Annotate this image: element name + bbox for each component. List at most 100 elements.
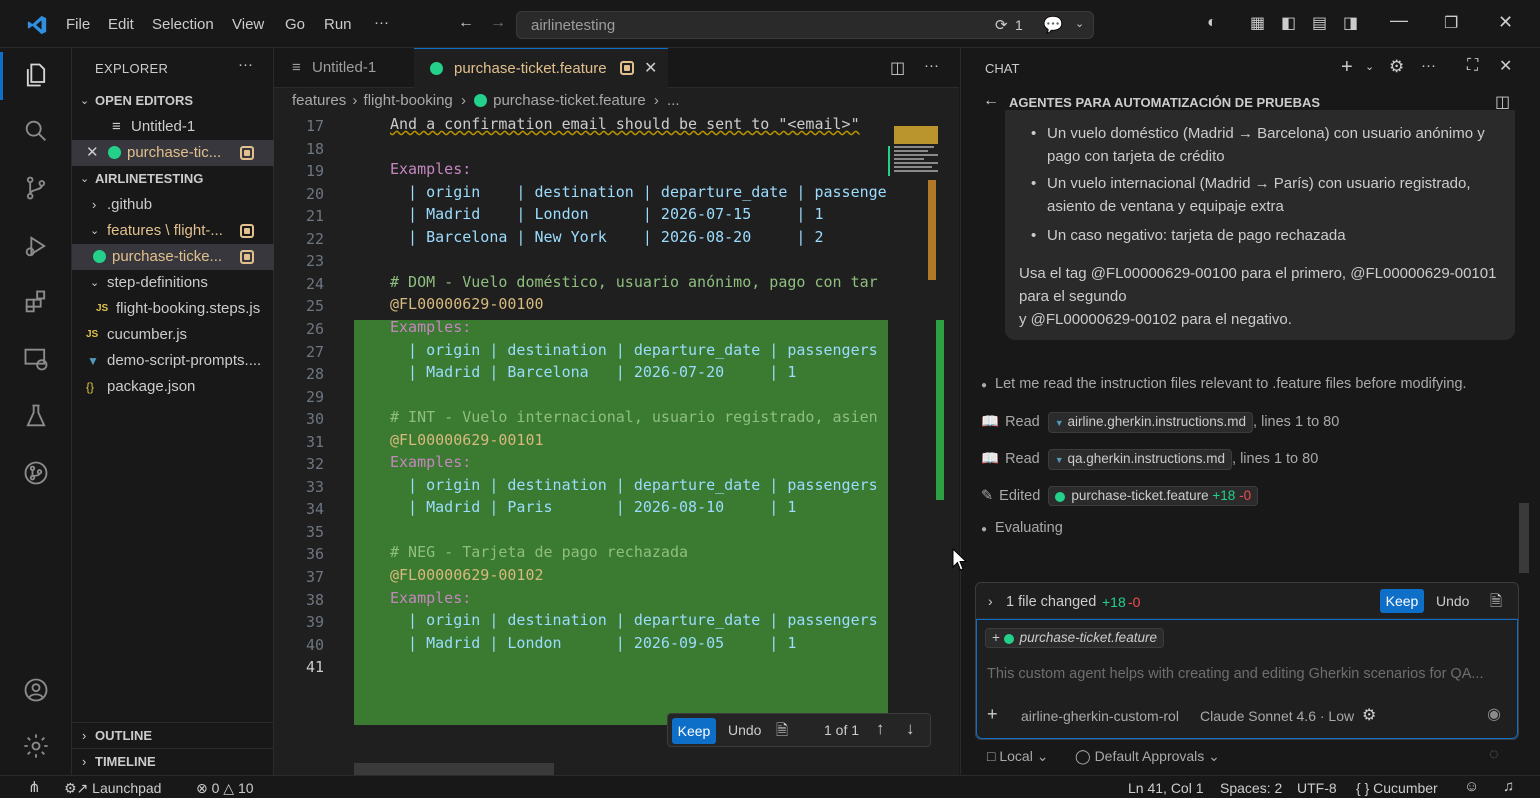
extensions-icon[interactable] xyxy=(0,280,72,324)
testing-icon[interactable] xyxy=(0,394,72,438)
encoding[interactable]: UTF-8 xyxy=(1297,780,1337,796)
menu-view[interactable]: View xyxy=(232,16,264,33)
folder-features[interactable]: ⌄ features \ flight-... xyxy=(72,218,274,244)
new-chat-icon[interactable]: + xyxy=(1341,56,1353,79)
minimize-icon[interactable]: — xyxy=(1390,10,1408,31)
git-graph-icon[interactable] xyxy=(0,451,72,495)
undo-all-button[interactable]: Undo xyxy=(1436,593,1469,609)
attached-file-chip[interactable]: + purchase-ticket.feature xyxy=(985,628,1164,648)
command-center-search[interactable]: airlinetesting ⟳ 1 💬 ⌄ xyxy=(516,11,1094,39)
sync-icon[interactable]: ⟳ xyxy=(995,16,1008,34)
folder-github[interactable]: › .github xyxy=(72,192,274,218)
previous-change-icon[interactable]: ↑ xyxy=(876,719,885,739)
copilot-chat-icon[interactable]: 💬 xyxy=(1043,15,1063,35)
undo-button[interactable]: Undo xyxy=(728,722,761,738)
layout-customize-icon[interactable]: ▦ xyxy=(1250,13,1265,33)
run-debug-icon[interactable] xyxy=(0,224,72,268)
keep-button[interactable]: Keep xyxy=(672,718,716,744)
back-arrow-icon[interactable]: ← xyxy=(983,92,999,110)
close-icon[interactable]: ✕ xyxy=(644,49,657,89)
stop-icon[interactable]: ◉ xyxy=(1487,704,1501,724)
menu-run[interactable]: Run xyxy=(324,16,352,33)
open-diff-icon[interactable]: 🗎 xyxy=(776,720,788,745)
more-actions-icon[interactable]: ··· xyxy=(1421,57,1436,74)
restore-icon[interactable]: ❐ xyxy=(1444,13,1458,33)
remote-indicator-icon[interactable]: ⋔ xyxy=(28,778,41,796)
accounts-icon[interactable] xyxy=(0,668,72,712)
menu-go[interactable]: Go xyxy=(285,16,305,33)
menu-selection[interactable]: Selection xyxy=(152,16,214,33)
back-arrow-icon[interactable]: ← xyxy=(458,14,474,32)
menu-file[interactable]: File xyxy=(66,16,90,33)
files-changed-label[interactable]: 1 file changed xyxy=(1006,594,1096,610)
close-icon[interactable]: ✕ xyxy=(1499,56,1512,76)
open-editor-item-active[interactable]: ✕ purchase-tic... xyxy=(72,140,274,166)
breadcrumb-item[interactable]: purchase-ticket.feature xyxy=(493,92,646,109)
language-mode[interactable]: { } Cucumber xyxy=(1356,780,1438,796)
problems-item[interactable]: ⊗ 0 △ 10 xyxy=(196,780,254,797)
location-picker[interactable]: □ Local ⌄ xyxy=(987,748,1048,765)
copilot-status-icon[interactable]: ☺ xyxy=(1464,778,1479,795)
launchpad-item[interactable]: ⚙↗ Launchpad xyxy=(64,780,161,797)
settings-gear-icon[interactable]: ⚙ xyxy=(1389,57,1404,77)
file-chip[interactable]: purchase-ticket.feature +18 -0 xyxy=(1048,486,1259,506)
agent-picker[interactable]: airline-gherkin-custom-rol xyxy=(1021,708,1179,724)
forward-arrow-icon[interactable]: → xyxy=(490,14,506,32)
copilot-icon[interactable]: ◐ xyxy=(1207,14,1217,32)
close-icon[interactable]: ✕ xyxy=(86,140,99,166)
file-chip[interactable]: ▼ qa.gherkin.instructions.md xyxy=(1047,449,1233,470)
file-steps-js[interactable]: JS flight-booking.steps.js xyxy=(72,296,274,322)
open-editor-item[interactable]: ≡ Untitled-1 xyxy=(72,114,274,140)
open-editors-section[interactable]: ⌄ OPEN EDITORS xyxy=(72,88,274,114)
cursor-position[interactable]: Ln 41, Col 1 xyxy=(1128,780,1204,796)
timeline-section[interactable]: › TIMELINE xyxy=(72,749,274,775)
model-picker[interactable]: Claude Sonnet 4.6 · Low xyxy=(1200,708,1354,724)
more-actions-icon[interactable]: ··· xyxy=(924,57,939,74)
minimap[interactable] xyxy=(888,110,944,730)
tab-untitled[interactable]: ≡ Untitled-1 xyxy=(274,48,414,88)
toggle-secondary-sidebar-icon[interactable]: ◨ xyxy=(1343,13,1358,33)
breadcrumb-item[interactable]: features xyxy=(292,92,346,109)
breadcrumb-item[interactable]: ... xyxy=(667,92,680,109)
tab-purchase-ticket[interactable]: purchase-ticket.feature ✕ xyxy=(414,48,668,88)
remote-explorer-icon[interactable] xyxy=(0,337,72,381)
notifications-bell-icon[interactable]: ♫ xyxy=(1503,778,1514,795)
outline-section[interactable]: › OUTLINE xyxy=(72,723,274,749)
chevron-down-icon[interactable]: ⌄ xyxy=(1075,17,1084,30)
menu-edit[interactable]: Edit xyxy=(108,16,134,33)
file-cucumber-js[interactable]: JS cucumber.js xyxy=(72,322,274,348)
chevron-right-icon[interactable]: › xyxy=(988,593,993,609)
settings-gear-icon[interactable] xyxy=(0,724,72,768)
explorer-icon[interactable] xyxy=(0,53,72,97)
chat-input-placeholder[interactable]: This custom agent helps with creating an… xyxy=(987,666,1483,682)
split-editor-icon[interactable]: ◫ xyxy=(890,58,905,78)
more-actions-icon[interactable]: ··· xyxy=(238,56,253,73)
horizontal-scrollbar[interactable] xyxy=(354,763,554,775)
toggle-panel-icon[interactable]: ▤ xyxy=(1312,13,1327,33)
approvals-picker[interactable]: ◯ Default Approvals ⌄ xyxy=(1075,748,1220,765)
toggle-sidebar-icon[interactable]: ◧ xyxy=(1281,13,1296,33)
chat-input-box[interactable]: + purchase-ticket.feature This custom ag… xyxy=(976,619,1518,739)
file-demo-script[interactable]: ▼ demo-script-prompts.... xyxy=(72,348,274,374)
search-icon[interactable] xyxy=(0,109,72,153)
close-window-icon[interactable]: ✕ xyxy=(1498,12,1513,33)
file-purchase-ticket[interactable]: purchase-ticke... xyxy=(72,244,274,270)
keep-all-button[interactable]: Keep xyxy=(1380,589,1424,613)
file-chip[interactable]: ▼ airline.gherkin.instructions.md xyxy=(1047,412,1254,433)
open-diff-icon[interactable]: 🗎 xyxy=(1490,591,1502,616)
indentation[interactable]: Spaces: 2 xyxy=(1220,780,1282,796)
maximize-icon[interactable]: ⛶ xyxy=(1467,57,1478,75)
code-area[interactable]: And a confirmation email should be sent … xyxy=(354,110,888,730)
breadcrumb-item[interactable]: flight-booking xyxy=(364,92,453,109)
menu-more[interactable]: ··· xyxy=(374,14,389,31)
tools-config-icon[interactable]: ⚙ xyxy=(1362,705,1376,725)
chat-scrollbar[interactable] xyxy=(1519,503,1529,573)
source-control-icon[interactable] xyxy=(0,166,72,210)
file-package-json[interactable]: {} package.json xyxy=(72,374,274,400)
chevron-down-icon[interactable]: ⌄ xyxy=(1365,60,1374,73)
workspace-section[interactable]: ⌄ AIRLINETESTING xyxy=(72,166,274,192)
toggle-sessions-icon[interactable]: ◫ xyxy=(1495,92,1510,112)
next-change-icon[interactable]: ↓ xyxy=(906,719,915,739)
folder-step-definitions[interactable]: ⌄ step-definitions xyxy=(72,270,274,296)
add-context-icon[interactable]: + xyxy=(987,704,998,725)
